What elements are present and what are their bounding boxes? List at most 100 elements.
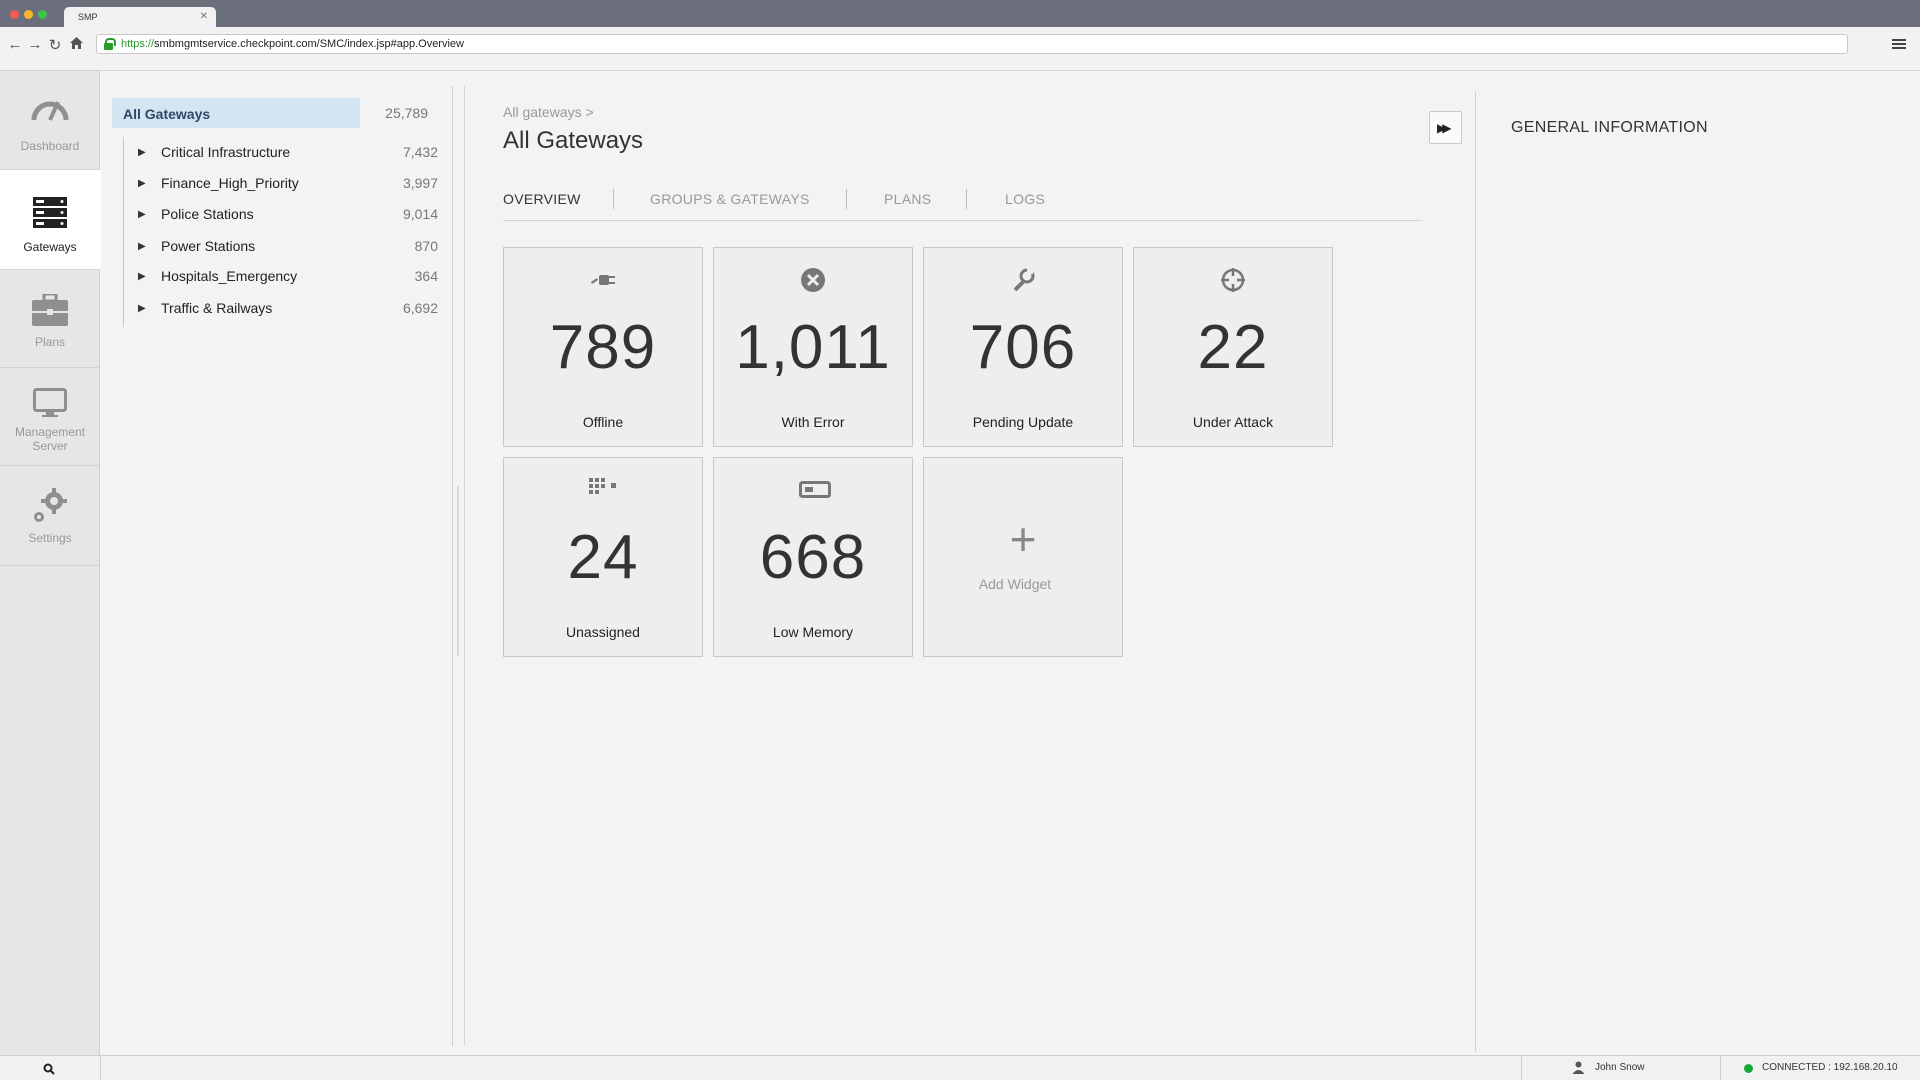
expand-arrow-icon[interactable]: ▶ [138,147,146,158]
tree-item-count: 364 [414,268,438,284]
plus-icon: + [1009,513,1037,565]
nav-management-label: Management [14,425,86,439]
status-separator [100,1056,101,1080]
tab-overview[interactable]: OVERVIEW [503,191,581,207]
tab-separator [613,189,614,209]
tree-item-label: Power Stations [161,238,256,254]
hamburger-menu-icon[interactable] [1892,39,1906,49]
tree-root-count: 25,789 [385,105,428,121]
gateway-tree: All Gateways 25,789 ▶ Critical Infrastru… [100,71,452,1055]
error-circle-icon [799,266,827,294]
forward-icon[interactable]: → [27,36,43,53]
tab-separator [846,189,847,209]
widget-label: Unassigned [566,624,640,640]
expand-arrow-icon[interactable]: ▶ [138,271,146,282]
page-title: All Gateways [503,127,644,154]
widget-value: 668 [759,523,867,592]
widget-label: With Error [781,414,845,430]
nav-plans[interactable]: Plans [0,270,100,368]
crosshair-icon [1219,266,1247,294]
add-widget-button[interactable]: + Add Widget [923,457,1123,657]
nav-server-label: Server [32,439,68,453]
expand-panel-button[interactable]: ▶▶ [1429,111,1462,144]
tree-item[interactable]: ▶ Critical Infrastructure 7,432 [138,144,438,164]
nav-gateways-label: Gateways [23,240,77,254]
connection-status: CONNECTED : 192.168.20.10 [1762,1062,1898,1073]
tree-item[interactable]: ▶ Hospitals_Emergency 364 [138,268,438,288]
expand-arrow-icon[interactable]: ▶ [138,241,146,252]
connection-status-icon [1744,1064,1753,1073]
address-bar[interactable]: https://smbmgmtservice.checkpoint.com/SM… [96,34,1848,54]
tab-plans[interactable]: PLANS [884,191,931,207]
widget-label: Offline [582,414,624,430]
gears-icon [30,486,70,529]
minimize-window-button[interactable] [24,10,33,19]
tree-item-label: Critical Infrastructure [161,144,291,160]
tree-item[interactable]: ▶ Finance_High_Priority 3,997 [138,175,438,195]
expand-arrow-icon[interactable]: ▶ [138,209,146,220]
tree-item-count: 9,014 [402,206,438,222]
browser-titlebar: SMP ✕ [0,0,1920,27]
wrench-icon [1009,266,1037,294]
general-info-title: GENERAL INFORMATION [1511,119,1708,136]
widget-value: 706 [969,313,1077,382]
widget-under-attack[interactable]: 22 Under Attack [1133,247,1333,447]
server-stack-icon [33,197,67,232]
app-root: Dashboard Gateways Plans Management Serv… [0,71,1920,1055]
tab-groups-gateways[interactable]: GROUPS & GATEWAYS [650,191,810,207]
tree-root-all-gateways[interactable]: All Gateways [112,98,360,128]
user-icon [1572,1061,1585,1079]
current-user[interactable]: John Snow [1595,1062,1644,1073]
tree-item[interactable]: ▶ Police Stations 9,014 [138,206,438,226]
nav-settings[interactable]: Settings [0,466,100,566]
breadcrumb[interactable]: All gateways > [503,104,594,120]
home-icon[interactable] [68,36,84,54]
status-separator [1521,1056,1522,1080]
tree-item-label: Traffic & Railways [161,300,273,316]
maximize-window-button[interactable] [38,10,47,19]
widget-label: Under Attack [1192,414,1274,430]
widget-pending-update[interactable]: 706 Pending Update [923,247,1123,447]
status-separator [1720,1056,1721,1080]
reload-icon[interactable]: ↻ [47,36,63,54]
fast-forward-icon: ▶▶ [1437,121,1452,135]
search-icon[interactable] [43,1062,55,1080]
content-tabs: OVERVIEW GROUPS & GATEWAYS PLANS LOGS [503,189,1421,221]
briefcase-icon [32,292,68,329]
widget-offline[interactable]: 789 Offline [503,247,703,447]
nav-management-server[interactable]: Management Server [0,368,100,466]
grid-dots-icon [589,476,617,504]
nav-settings-label: Settings [28,531,72,545]
nav-plans-label: Plans [34,335,66,349]
tree-item[interactable]: ▶ Power Stations 870 [138,238,438,258]
browser-navbar: ← → ↻ https://smbmgmtservice.checkpoint.… [0,27,1920,71]
back-icon[interactable]: ← [7,36,23,53]
memory-icon [799,476,831,504]
nav-gateways[interactable]: Gateways [0,170,101,270]
nav-dashboard[interactable]: Dashboard [0,71,100,170]
info-panel: GENERAL INFORMATION [1475,71,1920,1055]
left-nav: Dashboard Gateways Plans Management Serv… [0,71,101,1055]
tab-logs[interactable]: LOGS [1005,191,1045,207]
widget-value: 1,011 [735,313,891,382]
panel-divider [1475,91,1476,1051]
main-content: All gateways > All Gateways OVERVIEW GRO… [465,71,1475,1055]
tab-close-icon[interactable]: ✕ [200,11,208,22]
tree-item-count: 6,692 [402,300,438,316]
expand-arrow-icon[interactable]: ▶ [138,303,146,314]
browser-tab-title: SMP [78,12,98,22]
tree-guide-line [123,137,124,327]
splitter-handle[interactable] [457,486,459,656]
tree-item-count: 3,997 [402,175,438,191]
widget-low-memory[interactable]: 668 Low Memory [713,457,913,657]
close-window-button[interactable] [10,10,19,19]
tree-item[interactable]: ▶ Traffic & Railways 6,692 [138,300,438,320]
browser-tab[interactable]: SMP ✕ [64,7,216,27]
nav-dashboard-label: Dashboard [20,139,80,153]
widget-unassigned[interactable]: 24 Unassigned [503,457,703,657]
widget-label: Pending Update [972,414,1074,430]
panel-divider [452,86,453,1046]
expand-arrow-icon[interactable]: ▶ [138,178,146,189]
add-widget-label: Add Widget [978,576,1052,592]
widget-with-error[interactable]: 1,011 With Error [713,247,913,447]
